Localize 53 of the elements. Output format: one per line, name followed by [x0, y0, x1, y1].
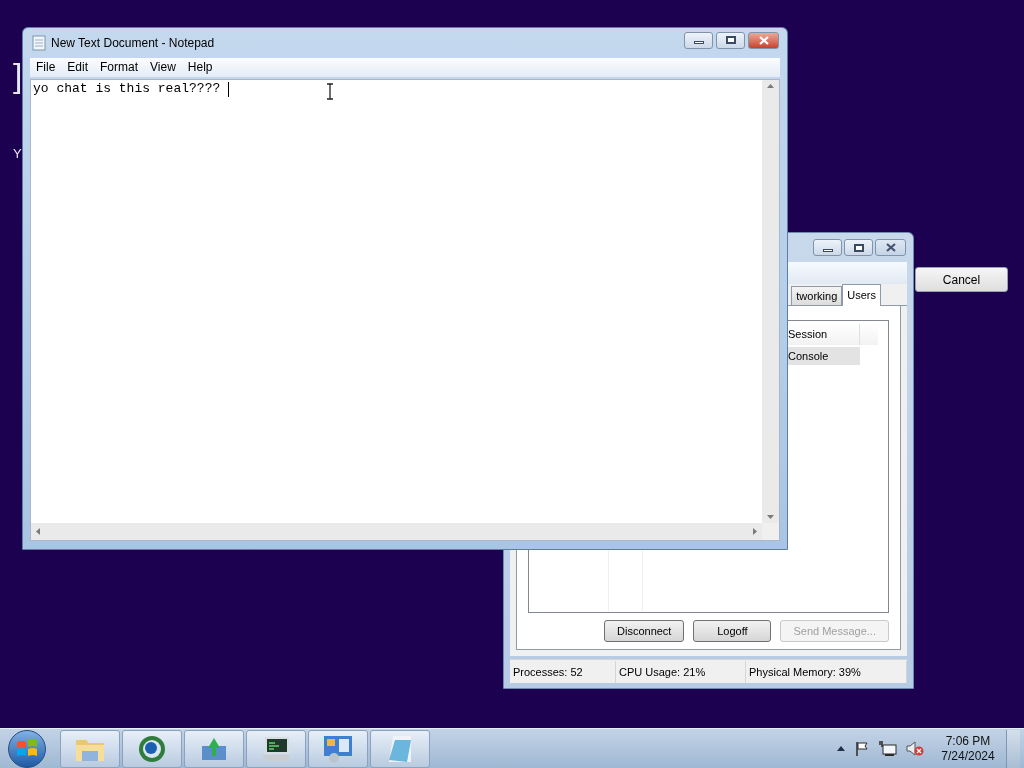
document-text: yo chat is this real???? [33, 81, 222, 97]
globe-icon [137, 733, 167, 764]
scroll-up-icon[interactable] [767, 84, 774, 88]
clock-date[interactable]: 7/24/2024 [941, 748, 995, 764]
scroll-left-icon[interactable] [36, 528, 40, 535]
background-text: Y [13, 147, 22, 160]
show-hidden-icons-icon[interactable] [837, 746, 845, 751]
menu-item[interactable]: Help [181, 58, 219, 77]
speaker-muted-icon[interactable] [906, 740, 924, 757]
horizontal-scrollbar[interactable] [31, 523, 762, 540]
maximize-button[interactable] [716, 31, 745, 49]
window-title: New Text Document - Notepad [51, 35, 215, 52]
tab[interactable]: Users [842, 284, 881, 306]
action-button[interactable]: Logoff [693, 620, 772, 642]
vertical-scrollbar[interactable] [762, 80, 779, 523]
network-icon[interactable] [879, 740, 897, 757]
scroll-right-icon[interactable] [753, 528, 757, 535]
menu-item[interactable]: File [30, 58, 62, 77]
tab[interactable]: tworking [791, 286, 843, 305]
close-icon [758, 35, 769, 45]
monitor-icon [260, 734, 292, 763]
close-button[interactable] [748, 31, 779, 49]
windows-logo-icon [16, 738, 38, 759]
cancel-button[interactable]: Cancel [915, 267, 1008, 292]
minimize-icon [693, 41, 704, 44]
minimize-button[interactable] [684, 31, 713, 49]
minimize-icon [822, 248, 833, 252]
minimize-button[interactable] [813, 239, 842, 256]
text-cursor-icon [326, 83, 334, 100]
taskbar-app-button[interactable] [122, 729, 182, 768]
background-text: ] [13, 58, 23, 92]
clock-time[interactable]: 7:06 PM [945, 733, 991, 749]
show-desktop-button[interactable] [1006, 729, 1020, 768]
start-button[interactable] [8, 729, 46, 768]
maximize-icon [853, 243, 864, 252]
close-button[interactable] [875, 239, 906, 256]
menu-item[interactable]: Format [94, 58, 145, 77]
close-icon [885, 243, 896, 252]
status-text: CPU Usage: 21% [616, 660, 746, 683]
status-text: Physical Memory: 39% [746, 660, 907, 683]
maximize-icon [725, 36, 736, 44]
action-button[interactable]: Disconnect [604, 620, 685, 642]
menu-item[interactable]: View [144, 58, 182, 77]
text-caret [228, 81, 230, 97]
control-panel-icon [322, 733, 354, 764]
flag-icon[interactable] [854, 740, 870, 757]
status-text: Processes: 52 [510, 660, 616, 683]
taskbar-app-button[interactable] [246, 729, 306, 768]
notepad-icon [32, 35, 46, 51]
maximize-button[interactable] [844, 239, 873, 256]
scrollbar-corner [762, 523, 779, 540]
scroll-down-icon[interactable] [767, 515, 774, 519]
menu-item[interactable]: Edit [61, 58, 95, 77]
